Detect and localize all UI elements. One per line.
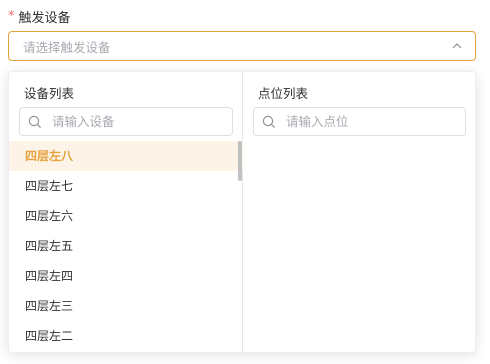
list-item[interactable]: 四层左七	[9, 171, 243, 201]
list-item[interactable]: 四层左四	[9, 261, 243, 291]
list-item[interactable]: 四层左六	[9, 201, 243, 231]
point-panel-title: 点位列表	[258, 86, 309, 101]
trigger-device-select[interactable]: 请选择触发设备	[8, 31, 476, 61]
list-item[interactable]: 四层左八	[9, 141, 243, 171]
field-label: * 触发设备	[8, 7, 71, 26]
list-item[interactable]: 四层左二	[9, 321, 243, 351]
select-dropdown: 设备列表 四层左八 四层左七 四层左六 四层左五 四层左四 四层左三 四层左二 …	[8, 71, 476, 353]
point-panel: 点位列表	[243, 72, 475, 352]
list-item[interactable]: 四层左五	[9, 231, 243, 261]
search-icon	[28, 115, 42, 129]
device-search-box[interactable]	[19, 107, 233, 136]
chevron-up-icon[interactable]	[451, 40, 463, 52]
device-panel-title: 设备列表	[24, 86, 75, 101]
select-placeholder: 请选择触发设备	[23, 39, 111, 55]
device-list-scrollbar[interactable]	[238, 141, 242, 181]
device-panel: 设备列表 四层左八 四层左七 四层左六 四层左五 四层左四 四层左三 四层左二	[9, 72, 243, 352]
device-list: 四层左八 四层左七 四层左六 四层左五 四层左四 四层左三 四层左二	[9, 141, 243, 352]
point-search-input[interactable]	[286, 114, 457, 129]
required-mark: *	[8, 9, 15, 24]
field-label-text: 触发设备	[18, 11, 71, 26]
list-item[interactable]: 四层左三	[9, 291, 243, 321]
point-search-box[interactable]	[253, 107, 466, 136]
search-icon	[262, 115, 276, 129]
device-search-input[interactable]	[52, 114, 224, 129]
